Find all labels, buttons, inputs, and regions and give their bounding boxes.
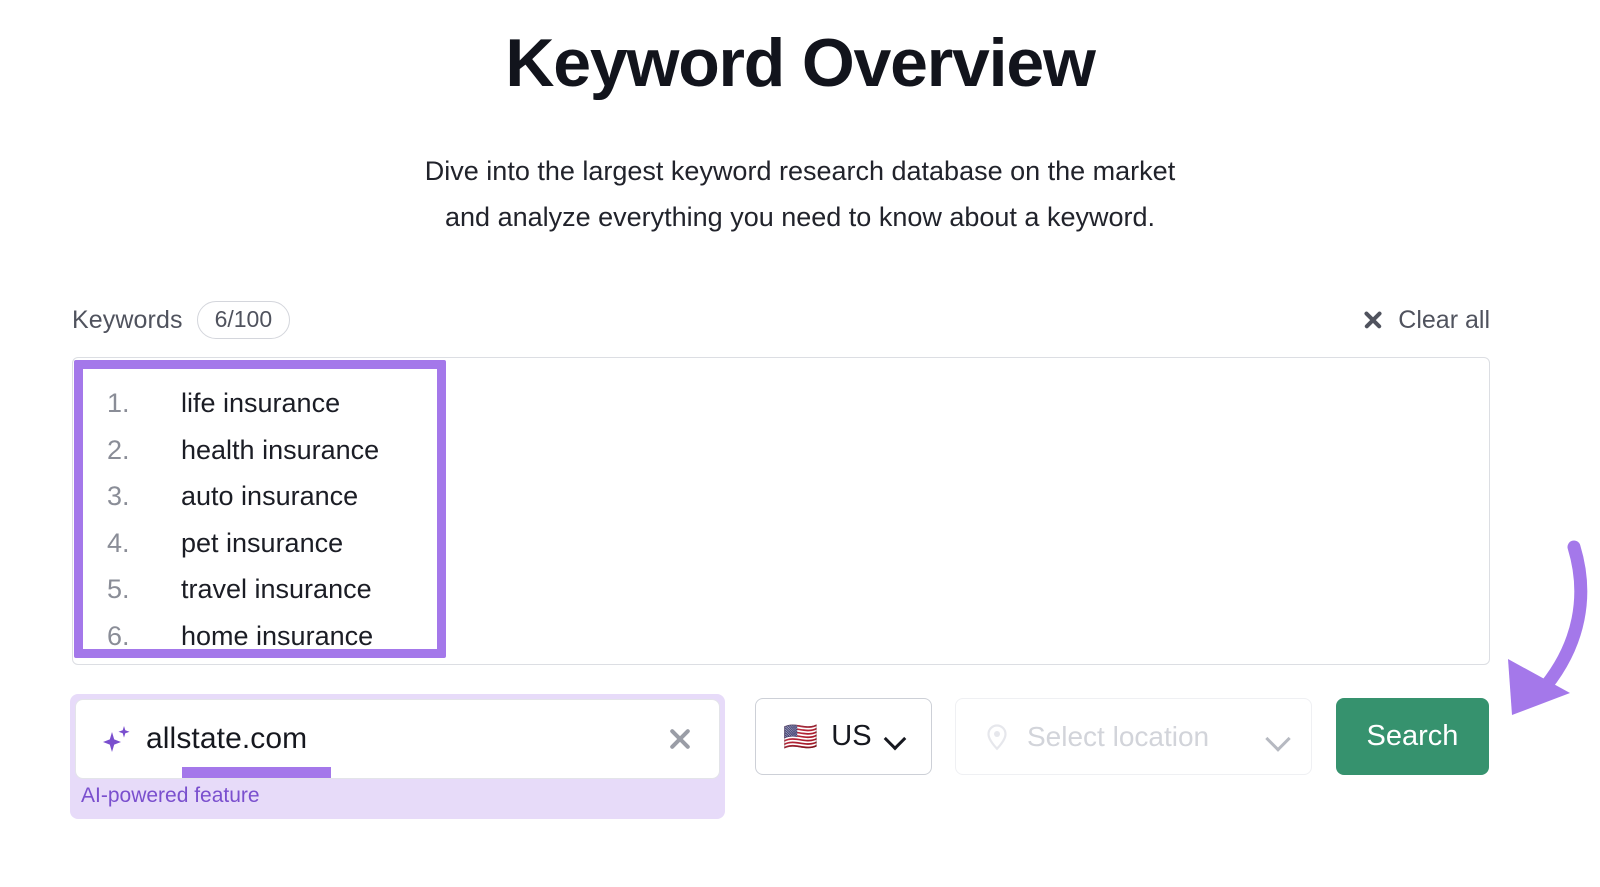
keyword-item-text: auto insurance: [181, 473, 358, 520]
country-select[interactable]: 🇺🇸 US: [755, 698, 932, 775]
close-icon: [1362, 309, 1384, 331]
keyword-item-text: home insurance: [181, 613, 373, 660]
clear-domain-icon[interactable]: [667, 726, 693, 752]
map-pin-icon: [982, 722, 1012, 752]
ai-powered-feature-label: AI-powered feature: [81, 784, 260, 808]
keywords-label-row: Keywords 6/100 Clear all: [72, 300, 1490, 340]
page-title: Keyword Overview: [0, 24, 1600, 102]
keyword-item-number: 1.: [107, 380, 181, 427]
clear-all-label: Clear all: [1398, 306, 1490, 335]
sparkle-ai-icon: [100, 722, 134, 756]
keyword-item-number: 3.: [107, 473, 181, 520]
keyword-list-item[interactable]: 4.pet insurance: [107, 520, 379, 567]
keyword-item-text: life insurance: [181, 380, 340, 427]
domain-input-group: allstate.com AI-powered feature: [70, 694, 725, 819]
keyword-item-number: 5.: [107, 566, 181, 613]
keyword-item-text: health insurance: [181, 427, 379, 474]
keyword-item-text: pet insurance: [181, 520, 343, 567]
country-select-value: US: [831, 720, 871, 753]
keyword-item-text: travel insurance: [181, 566, 372, 613]
page-subtitle: Dive into the largest keyword research d…: [0, 148, 1600, 241]
keyword-list-item[interactable]: 2.health insurance: [107, 427, 379, 474]
location-select[interactable]: Select location: [955, 698, 1312, 775]
clear-all-button[interactable]: Clear all: [1362, 306, 1490, 335]
keyword-overview-page: Keyword Overview Dive into the largest k…: [0, 0, 1600, 887]
keyword-list-item[interactable]: 5.travel insurance: [107, 566, 379, 613]
keyword-list-item[interactable]: 1.life insurance: [107, 380, 379, 427]
keyword-item-number: 2.: [107, 427, 181, 474]
page-subtitle-line-1: Dive into the largest keyword research d…: [0, 148, 1600, 194]
keywords-label: Keywords: [72, 306, 183, 335]
location-select-placeholder: Select location: [1027, 721, 1209, 753]
keywords-list: 1.life insurance2.health insurance3.auto…: [89, 370, 401, 669]
keyword-item-number: 4.: [107, 520, 181, 567]
us-flag-icon: 🇺🇸: [783, 723, 818, 751]
domain-input[interactable]: allstate.com: [75, 699, 720, 779]
domain-input-underline: [182, 767, 331, 778]
domain-input-value: allstate.com: [146, 722, 307, 756]
chevron-down-icon: [885, 731, 904, 742]
search-button[interactable]: Search: [1336, 698, 1489, 775]
chevron-down-icon-location: [1267, 730, 1289, 743]
keyword-list-item[interactable]: 3.auto insurance: [107, 473, 379, 520]
keywords-textarea[interactable]: 1.life insurance2.health insurance3.auto…: [72, 357, 1490, 665]
keyword-list-item[interactable]: 6.home insurance: [107, 613, 379, 660]
keyword-item-number: 6.: [107, 613, 181, 660]
keywords-counter-badge: 6/100: [197, 301, 291, 340]
page-subtitle-line-2: and analyze everything you need to know …: [0, 194, 1600, 240]
